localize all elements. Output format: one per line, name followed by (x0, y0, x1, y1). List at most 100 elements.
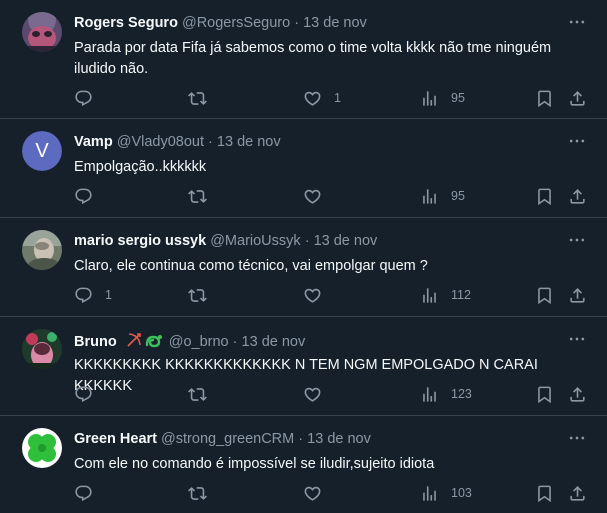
author-handle[interactable]: @RogersSeguro (182, 15, 290, 31)
views-button[interactable]: 112 (420, 285, 471, 305)
tweet-date[interactable]: 13 de nov (314, 233, 378, 249)
like-button[interactable] (303, 483, 334, 503)
tweet-item[interactable]: Rogers Seguro @RogersSeguro · 13 de nov … (0, 0, 607, 119)
like-button[interactable]: 1 (303, 88, 341, 108)
tweet-text: Parada por data Fifa já sabemos como o t… (74, 40, 552, 77)
bookmark-button[interactable] (535, 285, 554, 305)
views-button[interactable]: 123 (420, 384, 472, 404)
retweet-button[interactable] (188, 88, 219, 108)
reply-button[interactable] (74, 483, 105, 503)
like-button[interactable] (303, 384, 334, 404)
views-button[interactable]: 103 (420, 483, 472, 503)
share-icon (568, 187, 587, 206)
tweet-header: Rogers Seguro @RogersSeguro · 13 de nov (74, 14, 567, 32)
tweet-date[interactable]: 13 de nov (307, 431, 371, 447)
retweet-icon (188, 484, 207, 503)
tweet-item[interactable]: Green Heart @strong_greenCRM · 13 de nov… (0, 416, 607, 513)
bookmark-button[interactable] (535, 384, 554, 404)
bookmark-icon (535, 385, 554, 404)
bookmark-button[interactable] (535, 88, 554, 108)
avatar[interactable] (22, 12, 62, 52)
author-handle[interactable]: @strong_greenCRM (161, 431, 294, 447)
tweet-header: Green Heart @strong_greenCRM · 13 de nov (74, 430, 567, 448)
avatar[interactable] (22, 329, 62, 369)
avatar[interactable] (22, 230, 62, 270)
tweet-item[interactable]: mario sergio ussyk @MarioUssyk · 13 de n… (0, 218, 607, 317)
views-button[interactable]: 95 (420, 88, 465, 108)
tweet-date[interactable]: 13 de nov (242, 334, 306, 350)
more-options-button[interactable] (565, 12, 589, 32)
author-handle[interactable]: @Vlady08out (117, 134, 204, 150)
tweet-text: Claro, ele continua como técnico, vai em… (74, 258, 428, 274)
view-count: 95 (451, 91, 465, 105)
share-icon (568, 286, 587, 305)
like-button[interactable] (303, 186, 334, 206)
retweet-button[interactable] (188, 384, 219, 404)
more-options-button[interactable] (565, 230, 589, 250)
share-button[interactable] (568, 285, 587, 305)
tweet-date[interactable]: 13 de nov (303, 15, 367, 31)
share-button[interactable] (568, 186, 587, 206)
more-options-button[interactable] (565, 428, 589, 448)
share-button[interactable] (568, 88, 587, 108)
reply-button[interactable] (74, 186, 105, 206)
bookmark-icon (535, 89, 554, 108)
author-name[interactable]: Bruno (74, 334, 117, 350)
author-handle[interactable]: @MarioUssyk (210, 233, 300, 249)
tweet-actions: 1 112 (74, 285, 589, 305)
author-name[interactable]: mario sergio ussyk (74, 233, 206, 249)
bar-chart-icon (420, 89, 439, 108)
view-count: 112 (451, 288, 471, 302)
reply-button[interactable] (74, 384, 105, 404)
author-handle[interactable]: @o_brno (169, 334, 229, 350)
share-button[interactable] (568, 384, 587, 404)
heart-icon (303, 89, 322, 108)
like-button[interactable] (303, 285, 334, 305)
separator-dot: · (208, 134, 213, 150)
bar-chart-icon (420, 187, 439, 206)
share-button[interactable] (568, 483, 587, 503)
more-options-button[interactable] (565, 131, 589, 151)
tweet-item[interactable]: Bruno @o_brno · 13 de nov KKKKKKKKK KKKK… (0, 317, 607, 416)
avatar-letter: V (22, 131, 62, 171)
reply-button[interactable]: 1 (74, 285, 112, 305)
reply-icon (74, 385, 93, 404)
avatar[interactable] (22, 428, 62, 468)
bookmark-icon (535, 187, 554, 206)
bookmark-button[interactable] (535, 483, 554, 503)
heart-icon (303, 484, 322, 503)
avatar[interactable]: V (22, 131, 62, 171)
reply-button[interactable] (74, 88, 105, 108)
author-name[interactable]: Rogers Seguro (74, 15, 178, 31)
view-count: 123 (451, 387, 472, 401)
bar-chart-icon (420, 385, 439, 404)
retweet-button[interactable] (188, 483, 219, 503)
author-name[interactable]: Green Heart (74, 431, 157, 447)
reply-icon (74, 484, 93, 503)
bow-arrow-emoji (127, 333, 141, 347)
retweet-icon (188, 286, 207, 305)
bookmark-button[interactable] (535, 186, 554, 206)
bookmark-icon (535, 286, 554, 305)
heart-icon (303, 385, 322, 404)
view-count: 95 (451, 189, 465, 203)
author-name[interactable]: Vamp (74, 134, 113, 150)
name-emoji-badges (125, 331, 165, 354)
retweet-button[interactable] (188, 285, 219, 305)
tweet-actions: 1 95 (74, 88, 589, 108)
like-count: 1 (334, 91, 341, 105)
separator-dot: · (298, 431, 304, 447)
heart-icon (303, 286, 322, 305)
views-button[interactable]: 95 (420, 186, 465, 206)
tweet-item[interactable]: V Vamp @Vlady08out · 13 de nov Empolgaçã… (0, 119, 607, 218)
clover-icon (22, 428, 62, 468)
retweet-icon (188, 187, 207, 206)
tweet-date[interactable]: 13 de nov (217, 134, 281, 150)
bar-chart-icon (420, 484, 439, 503)
more-options-button[interactable] (565, 329, 589, 349)
separator-dot: · (232, 334, 238, 350)
retweet-button[interactable] (188, 186, 219, 206)
reply-icon (74, 89, 93, 108)
more-icon (565, 329, 589, 349)
tweet-text: Com ele no comando é impossível se iludi… (74, 456, 435, 472)
